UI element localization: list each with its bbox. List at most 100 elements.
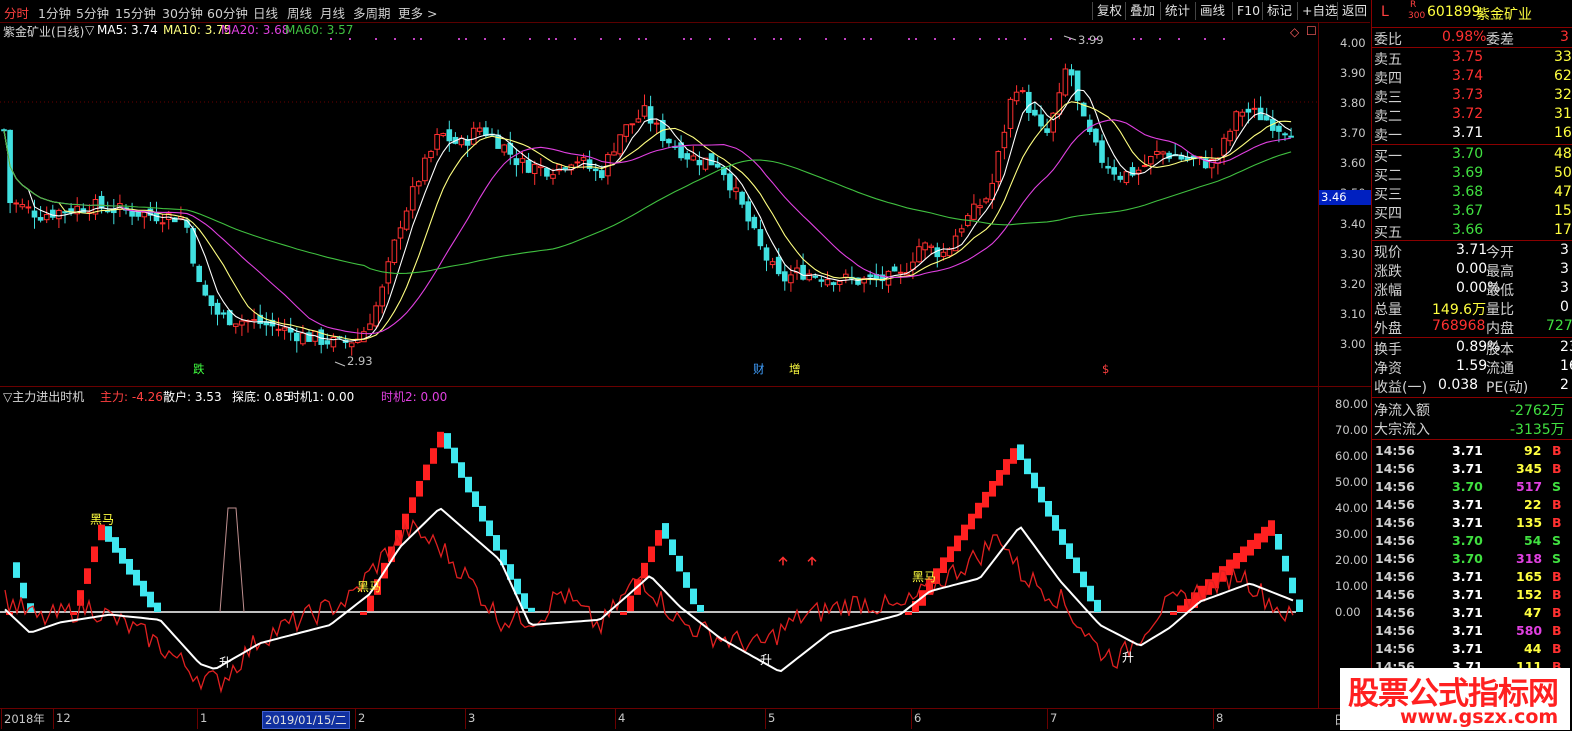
- price-tick-1: 3.90: [1340, 66, 1366, 81]
- date-label-8: 6: [914, 711, 922, 725]
- flow-label: 大宗流入: [1374, 422, 1430, 438]
- tick-side: B: [1552, 569, 1562, 584]
- market-flag: L: [1381, 4, 1389, 20]
- watermark-url: www.gszx.com: [1400, 706, 1559, 728]
- ma60-line: [3, 130, 1292, 274]
- toolbar-button-7[interactable]: 返回: [1337, 2, 1371, 20]
- toolbar-button-3[interactable]: 画线: [1195, 2, 1229, 20]
- quote-level-asks-0[interactable]: 卖五 3.75 33: [1372, 49, 1572, 68]
- candle: [367, 313, 373, 331]
- candle: [233, 323, 239, 334]
- period-tab-0[interactable]: 分时: [4, 3, 29, 22]
- indicator-label-5: 升: [1122, 650, 1134, 664]
- level-volume: 17: [1554, 222, 1572, 238]
- period-tab-7[interactable]: 周线: [287, 3, 312, 22]
- quote-level-bids-0[interactable]: 买一 3.70 48: [1372, 146, 1572, 165]
- period-tab-5[interactable]: 60分钟: [207, 3, 248, 22]
- toolbar-button-6[interactable]: +自选: [1297, 2, 1341, 20]
- quote-level-asks-2[interactable]: 卖三 3.73 32: [1372, 87, 1572, 106]
- candle: [501, 143, 507, 156]
- stat-value: 0.038: [1438, 377, 1479, 393]
- tick-row[interactable]: 14:56 3.70 517 S: [1372, 478, 1572, 496]
- indicator-label-4: 升: [760, 653, 772, 667]
- candlestick-chart[interactable]: 3.99 2.93 跌 财 增 $: [0, 22, 1318, 386]
- candle: [1080, 101, 1087, 117]
- date-label-1: 12: [56, 711, 71, 725]
- signal-dot: [394, 38, 396, 40]
- signal-block: [472, 491, 479, 507]
- toolbar-button-4[interactable]: F10: [1232, 2, 1264, 20]
- toolbar-button-5[interactable]: 标记: [1262, 2, 1296, 20]
- tick-row[interactable]: 14:56 3.71 152 B: [1372, 586, 1572, 604]
- stat-label-2: 流通: [1486, 361, 1514, 377]
- candle: [1019, 87, 1026, 94]
- tick-row[interactable]: 14:56 3.71 345 B: [1372, 460, 1572, 478]
- quote-level-asks-4[interactable]: 卖一 3.71 16: [1372, 125, 1572, 144]
- signal-dot: [799, 38, 801, 40]
- stat-label-2: 最高: [1486, 264, 1514, 280]
- quote-level-bids-1[interactable]: 买二 3.69 50: [1372, 165, 1572, 184]
- tick-row[interactable]: 14:56 3.71 44 B: [1372, 640, 1572, 658]
- candle: [434, 128, 440, 156]
- signal-block: [126, 558, 133, 575]
- candle: [708, 153, 715, 166]
- r-flag: R: [1410, 0, 1417, 10]
- toolbar-button-1[interactable]: 叠加: [1125, 2, 1159, 20]
- stat-label: 收益(一): [1374, 380, 1427, 396]
- toolbar-button-2[interactable]: 统计: [1160, 2, 1194, 20]
- level-price: 3.74: [1452, 68, 1484, 84]
- period-tab-4[interactable]: 30分钟: [162, 3, 203, 22]
- period-tab-1[interactable]: 1分钟: [38, 3, 71, 22]
- period-tab-8[interactable]: 月线: [320, 3, 345, 22]
- price-tick-4: 3.60: [1340, 156, 1366, 171]
- signal-block: [968, 513, 975, 530]
- period-tab-9[interactable]: 多周期: [353, 3, 391, 22]
- signal-block: [20, 582, 27, 599]
- tick-row[interactable]: 14:56 3.71 135 B: [1372, 514, 1572, 532]
- indicator-chart[interactable]: 黑马黑马黑马升升升: [0, 386, 1318, 708]
- candle: [92, 194, 99, 220]
- candle: [74, 197, 81, 222]
- quote-level-bids-3[interactable]: 买四 3.67 15: [1372, 203, 1572, 222]
- signal-block: [1240, 546, 1247, 563]
- tick-row[interactable]: 14:56 3.71 47 B: [1372, 604, 1572, 622]
- candle: [452, 132, 459, 145]
- price-tick-9: 3.10: [1340, 306, 1366, 321]
- up-arrow: [807, 556, 817, 566]
- signal-block: [697, 604, 704, 612]
- tick-price: 3.70: [1452, 533, 1483, 548]
- level-label: 卖三: [1374, 90, 1402, 106]
- tick-row[interactable]: 14:56 3.70 54 S: [1372, 532, 1572, 550]
- up-arrow: [778, 556, 788, 566]
- period-tab-10[interactable]: 更多 >: [398, 3, 437, 22]
- tick-row[interactable]: 14:56 3.71 165 B: [1372, 568, 1572, 586]
- stat-label: 净资: [1374, 361, 1402, 377]
- candle: [623, 124, 630, 143]
- candle: [477, 122, 483, 136]
- signal-dot: [709, 38, 711, 40]
- quote-level-asks-1[interactable]: 卖四 3.74 62: [1372, 68, 1572, 87]
- period-tab-6[interactable]: 日线: [253, 3, 278, 22]
- signal-dot: [349, 38, 351, 40]
- quote-level-asks-3[interactable]: 卖二 3.72 31: [1372, 106, 1572, 125]
- candle: [592, 163, 599, 182]
- signal-block: [683, 572, 690, 588]
- candle: [849, 266, 855, 285]
- quote-level-bids-4[interactable]: 买五 3.66 17: [1372, 222, 1572, 241]
- date-label-5: 3: [468, 711, 476, 725]
- tick-row[interactable]: 14:56 3.71 580 B: [1372, 622, 1572, 640]
- level-label: 卖二: [1374, 109, 1402, 125]
- candle: [416, 180, 422, 195]
- candle: [751, 214, 758, 230]
- tick-price: 3.71: [1452, 443, 1483, 458]
- quote-level-bids-2[interactable]: 买三 3.68 47: [1372, 184, 1572, 203]
- signal-block: [1024, 458, 1031, 475]
- tick-row[interactable]: 14:56 3.71 22 B: [1372, 496, 1572, 514]
- tick-row[interactable]: 14:56 3.71 92 B: [1372, 442, 1572, 460]
- period-tab-2[interactable]: 5分钟: [76, 3, 109, 22]
- tick-side: B: [1552, 623, 1562, 638]
- period-tab-3[interactable]: 15分钟: [115, 3, 156, 22]
- tick-row[interactable]: 14:56 3.70 318 S: [1372, 550, 1572, 568]
- candle: [422, 154, 428, 185]
- toolbar-button-0[interactable]: 复权: [1092, 2, 1126, 20]
